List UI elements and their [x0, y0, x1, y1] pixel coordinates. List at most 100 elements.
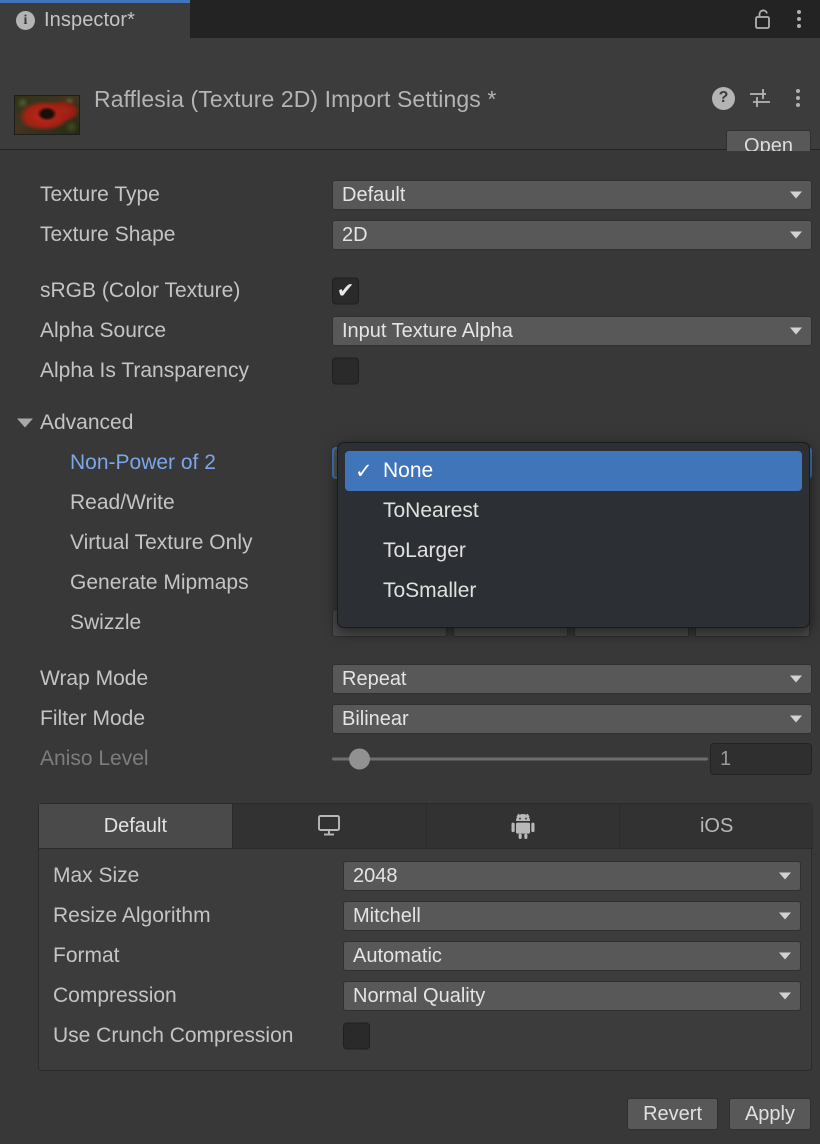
- chevron-down-icon: [779, 953, 791, 960]
- tab-ios-label: iOS: [700, 815, 733, 838]
- value-aniso-level: 1: [711, 748, 731, 771]
- popup-option-label: ToNearest: [383, 499, 479, 523]
- revert-button[interactable]: Revert: [627, 1098, 718, 1130]
- row-filter-mode: Filter Mode Bilinear: [0, 699, 820, 739]
- value-compression: Normal Quality: [344, 985, 485, 1008]
- tab-default-label: Default: [104, 815, 167, 838]
- apply-button[interactable]: Apply: [729, 1098, 811, 1130]
- label-virtual-texture-only: Virtual Texture Only: [70, 531, 252, 555]
- label-format: Format: [53, 944, 120, 968]
- standalone-monitor-icon: [314, 813, 344, 839]
- label-filter-mode: Filter Mode: [40, 707, 145, 731]
- foldout-triangle-icon: [17, 419, 33, 428]
- checkbox-alpha-is-transparency[interactable]: [332, 358, 359, 385]
- input-aniso-level[interactable]: 1: [710, 743, 812, 775]
- asset-header: Rafflesia (Texture 2D) Import Settings *…: [0, 38, 820, 150]
- dropdown-compression[interactable]: Normal Quality: [343, 981, 801, 1011]
- tab-standalone[interactable]: [233, 804, 427, 848]
- label-texture-shape: Texture Shape: [40, 223, 175, 247]
- label-max-size: Max Size: [53, 864, 139, 888]
- help-icon[interactable]: ?: [712, 87, 735, 110]
- label-generate-mipmaps: Generate Mipmaps: [70, 571, 249, 595]
- preset-settings-icon[interactable]: [747, 85, 773, 111]
- kebab-menu-icon: [796, 89, 800, 107]
- tab-ios[interactable]: iOS: [620, 804, 813, 848]
- header-menu-icon[interactable]: [785, 85, 811, 111]
- row-max-size: Max Size 2048: [39, 856, 813, 896]
- header-actions: ?: [712, 85, 811, 111]
- platform-tab-bar: Default: [39, 804, 813, 849]
- label-alpha-source: Alpha Source: [40, 319, 166, 343]
- row-aniso-level: Aniso Level 1: [0, 739, 820, 779]
- checkbox-use-crunch-compression[interactable]: [343, 1023, 370, 1050]
- label-alpha-is-transparency: Alpha Is Transparency: [40, 359, 249, 383]
- android-robot-icon: [510, 812, 536, 840]
- slider-handle[interactable]: [349, 749, 370, 770]
- row-advanced-foldout[interactable]: Advanced: [0, 403, 820, 443]
- dropdown-resize-algorithm[interactable]: Mitchell: [343, 901, 801, 931]
- row-alpha-source: Alpha Source Input Texture Alpha: [0, 311, 820, 351]
- popup-option-tolarger[interactable]: ToLarger: [345, 531, 802, 571]
- chevron-down-icon: [790, 192, 802, 199]
- dropdown-texture-type[interactable]: Default: [332, 180, 812, 210]
- label-wrap-mode: Wrap Mode: [40, 667, 148, 691]
- chevron-down-icon: [790, 232, 802, 239]
- lock-icon[interactable]: [750, 6, 776, 32]
- tab-inspector[interactable]: i Inspector*: [0, 0, 190, 38]
- row-texture-type: Texture Type Default: [0, 175, 820, 215]
- value-alpha-source: Input Texture Alpha: [333, 320, 513, 343]
- value-resize-algorithm: Mitchell: [344, 905, 421, 928]
- preset-sliders-glyph: [748, 87, 772, 109]
- row-format: Format Automatic: [39, 936, 813, 976]
- kebab-menu-icon: [797, 10, 801, 28]
- label-aniso-level: Aniso Level: [40, 747, 149, 771]
- dropdown-max-size[interactable]: 2048: [343, 861, 801, 891]
- footer-actions: Revert Apply: [0, 1084, 820, 1144]
- info-icon: i: [16, 11, 35, 30]
- popup-option-label: ToLarger: [383, 539, 466, 563]
- chevron-down-icon: [779, 873, 791, 880]
- dropdown-format[interactable]: Automatic: [343, 941, 801, 971]
- label-read-write: Read/Write: [70, 491, 175, 515]
- check-icon: ✔: [337, 281, 355, 302]
- value-format: Automatic: [344, 945, 442, 968]
- dropdown-filter-mode[interactable]: Bilinear: [332, 704, 812, 734]
- unlocked-padlock-glyph: [753, 8, 773, 30]
- label-use-crunch-compression: Use Crunch Compression: [53, 1024, 293, 1048]
- popup-option-label: None: [383, 459, 433, 483]
- row-compression: Compression Normal Quality: [39, 976, 813, 1016]
- popup-option-tosmaller[interactable]: ToSmaller: [345, 571, 802, 611]
- row-texture-shape: Texture Shape 2D: [0, 215, 820, 255]
- slider-aniso-level[interactable]: [332, 758, 708, 761]
- page-title: Rafflesia (Texture 2D) Import Settings *: [94, 86, 496, 113]
- popup-option-tonearest[interactable]: ToNearest: [345, 491, 802, 531]
- tab-android[interactable]: [427, 804, 621, 848]
- checkbox-srgb[interactable]: ✔: [332, 278, 359, 305]
- chevron-down-icon: [790, 676, 802, 683]
- inspector-tab-bar: i Inspector*: [0, 0, 820, 38]
- platform-settings-box: Default: [38, 803, 812, 1071]
- tab-default[interactable]: Default: [39, 804, 233, 848]
- value-texture-shape: 2D: [333, 224, 368, 247]
- popup-option-none[interactable]: ✓ None: [345, 451, 802, 491]
- label-swizzle: Swizzle: [70, 611, 141, 635]
- chevron-down-icon: [790, 716, 802, 723]
- label-non-power-of-2: Non-Power of 2: [70, 451, 216, 475]
- popup-option-label: ToSmaller: [383, 579, 476, 603]
- row-wrap-mode: Wrap Mode Repeat: [0, 659, 820, 699]
- row-srgb: sRGB (Color Texture) ✔: [0, 271, 820, 311]
- label-advanced: Advanced: [40, 411, 133, 435]
- row-alpha-is-transparency: Alpha Is Transparency: [0, 351, 820, 391]
- dropdown-texture-shape[interactable]: 2D: [332, 220, 812, 250]
- value-wrap-mode: Repeat: [333, 668, 407, 691]
- tab-bar-actions: [750, 0, 812, 38]
- dropdown-alpha-source[interactable]: Input Texture Alpha: [332, 316, 812, 346]
- value-texture-type: Default: [333, 184, 405, 207]
- row-use-crunch-compression: Use Crunch Compression: [39, 1016, 813, 1056]
- dropdown-wrap-mode[interactable]: Repeat: [332, 664, 812, 694]
- import-settings-panel: Texture Type Default Texture Shape 2D sR…: [0, 151, 820, 1144]
- dropdown-popup-non-power-of-2[interactable]: ✓ None ToNearest ToLarger ToSmaller: [337, 442, 810, 628]
- chevron-down-icon: [790, 328, 802, 335]
- tabbar-menu-icon[interactable]: [786, 6, 812, 32]
- row-resize-algorithm: Resize Algorithm Mitchell: [39, 896, 813, 936]
